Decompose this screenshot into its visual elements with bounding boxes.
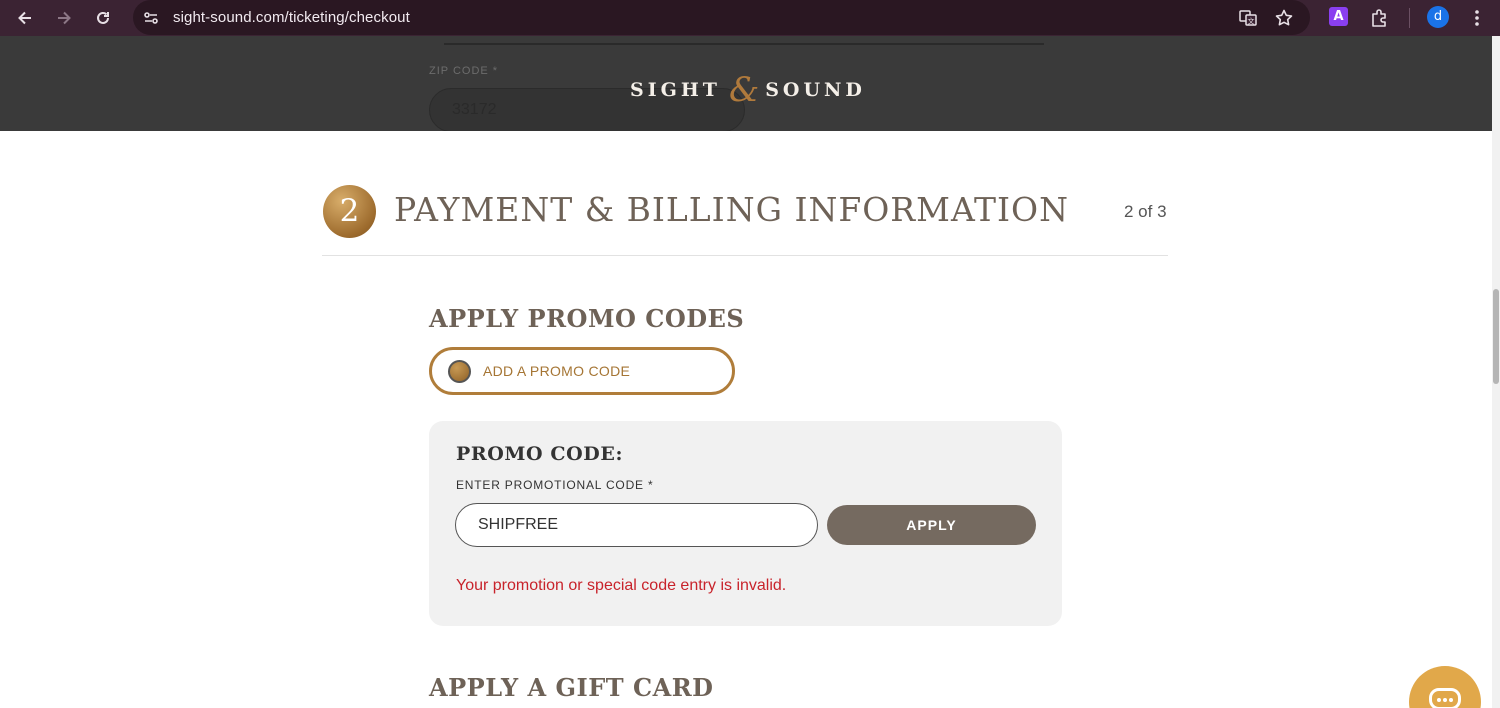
logo-ampersand: & <box>728 70 760 110</box>
promo-code-input[interactable] <box>455 503 818 547</box>
chat-button[interactable] <box>1409 666 1481 708</box>
chat-dot <box>1449 698 1453 702</box>
scrollbar-thumb[interactable] <box>1493 289 1499 384</box>
extension-a-icon[interactable]: A <box>1329 7 1348 26</box>
gift-card-heading: APPLY A GIFT CARD <box>429 673 714 702</box>
browser-toolbar: sight-sound.com/ticketing/checkout 文 A d <box>0 0 1500 36</box>
promo-codes-heading: APPLY PROMO CODES <box>429 304 745 333</box>
svg-text:文: 文 <box>1248 17 1255 26</box>
zip-code-value: 33172 <box>452 101 497 118</box>
chat-dot <box>1437 698 1441 702</box>
zip-code-label: ZIP CODE * <box>429 65 499 77</box>
reload-icon[interactable] <box>91 6 115 30</box>
extensions-icon[interactable] <box>1367 6 1391 30</box>
previous-field-underline <box>444 43 1044 45</box>
page-scrollbar[interactable] <box>1492 36 1500 708</box>
add-promo-code-label: ADD A PROMO CODE <box>483 363 631 379</box>
promo-code-title: PROMO CODE: <box>456 443 624 465</box>
profile-avatar[interactable]: d <box>1427 6 1449 28</box>
menu-icon[interactable] <box>1465 6 1489 30</box>
promo-error-message: Your promotion or special code entry is … <box>456 577 787 594</box>
chat-dot <box>1443 698 1447 702</box>
page: sight-sound.com/ticketing/checkout 文 A d… <box>0 0 1500 708</box>
site-header: ZIP CODE * 33172 SIGHT & SOUND <box>0 36 1492 131</box>
site-settings-icon[interactable] <box>139 6 163 30</box>
chat-bubble-icon <box>1429 688 1461 708</box>
promo-code-panel: PROMO CODE: ENTER PROMOTIONAL CODE * APP… <box>429 421 1062 626</box>
url-text[interactable]: sight-sound.com/ticketing/checkout <box>173 9 410 26</box>
translate-icon[interactable]: 文 <box>1236 6 1260 30</box>
bookmark-star-icon[interactable] <box>1272 6 1296 30</box>
logo-word-sound: SOUND <box>765 79 866 101</box>
toolbar-divider <box>1409 8 1410 28</box>
forward-icon[interactable] <box>52 6 76 30</box>
step-progress-text: 2 of 3 <box>1124 202 1167 221</box>
add-promo-code-toggle[interactable]: ADD A PROMO CODE <box>429 347 735 395</box>
logo-word-sight: SIGHT <box>630 79 721 101</box>
step-number-badge: 2 <box>323 185 376 238</box>
promo-code-field-label: ENTER PROMOTIONAL CODE * <box>456 478 654 492</box>
apply-promo-button[interactable]: APPLY <box>827 505 1036 545</box>
back-icon[interactable] <box>13 6 37 30</box>
sight-sound-logo[interactable]: SIGHT & SOUND <box>630 70 866 110</box>
section-divider <box>322 255 1168 256</box>
radio-selected-icon <box>448 360 471 383</box>
section-title: PAYMENT & BILLING INFORMATION <box>394 190 1069 229</box>
